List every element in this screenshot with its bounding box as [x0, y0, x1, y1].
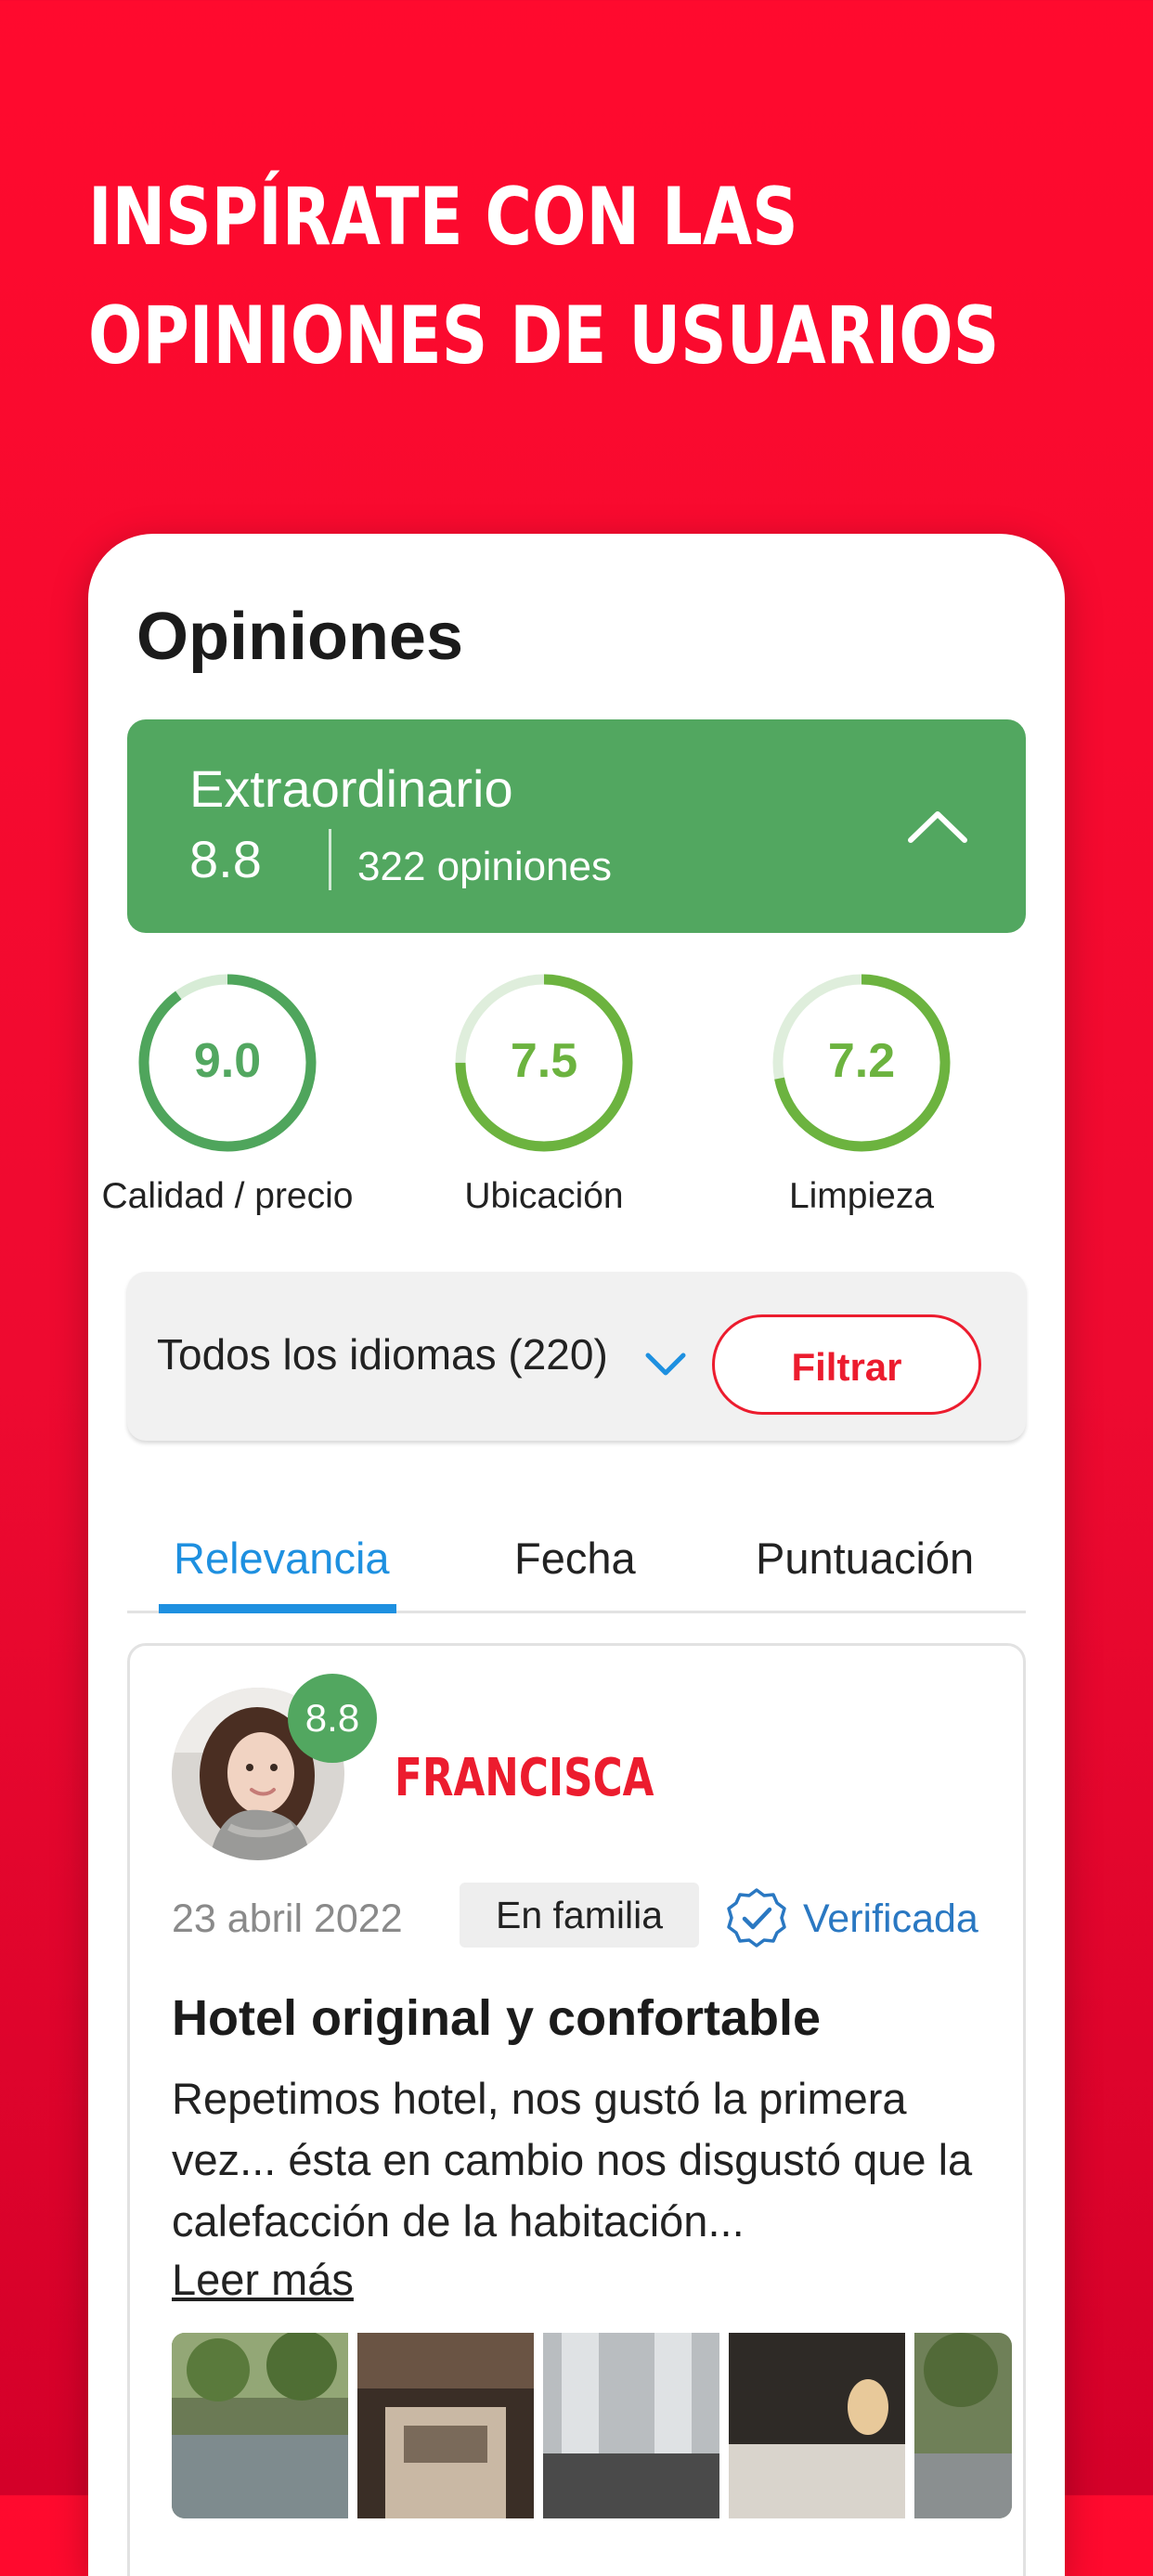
gauge-label: Ubicación	[464, 1176, 624, 1216]
filter-button[interactable]: Filtrar	[712, 1314, 981, 1415]
filter-bar: Todos los idiomas (220) Filtrar	[127, 1272, 1026, 1441]
rating-score: 8.8	[189, 830, 262, 888]
reviews-title: Opiniones	[136, 600, 464, 674]
gauge-value-for-money: 9.0 Calidad / precio	[88, 970, 367, 1217]
tab-rating[interactable]: Puntuación	[756, 1533, 974, 1584]
active-tab-indicator	[159, 1604, 396, 1613]
rating-divider	[329, 829, 331, 890]
tab-relevance[interactable]: Relevancia	[174, 1533, 390, 1584]
review-photo[interactable]	[172, 2333, 348, 2518]
gauge-value: 7.2	[827, 1034, 896, 1088]
gauge-value: 9.0	[193, 1034, 262, 1088]
rating-label: Extraordinario	[189, 759, 513, 818]
review-photos[interactable]	[172, 2333, 1012, 2518]
review-card[interactable]: 8.8 FRANCISCA 23 abril 2022 En familia V…	[127, 1643, 1026, 2576]
verified-icon	[727, 1888, 786, 1948]
read-more-link[interactable]: Leer más	[172, 2254, 354, 2305]
review-photo[interactable]	[357, 2333, 534, 2518]
language-select[interactable]: Todos los idiomas (220)	[157, 1329, 608, 1379]
review-photo[interactable]	[729, 2333, 905, 2518]
hero-line-2: OPINIONES DE USUARIOS	[88, 290, 1000, 382]
chevron-up-icon[interactable]	[905, 794, 970, 859]
verified-label: Verificada	[803, 1896, 978, 1941]
gauge-cleanliness: 7.2 Limpieza	[722, 970, 1001, 1217]
tab-date[interactable]: Fecha	[514, 1533, 636, 1584]
sort-tabs: Relevancia Fecha Puntuación	[127, 1508, 1026, 1613]
rating-summary[interactable]: Extraordinario 8.8 322 opiniones	[127, 719, 1026, 933]
review-score-badge: 8.8	[288, 1674, 377, 1763]
gauge-label: Calidad / precio	[101, 1176, 354, 1216]
chevron-down-icon[interactable]	[642, 1348, 689, 1379]
reviewer-name: FRANCISCA	[395, 1748, 654, 1808]
trip-type-badge: En familia	[460, 1883, 699, 1948]
review-date: 23 abril 2022	[172, 1896, 403, 1941]
review-photo[interactable]	[914, 2333, 1012, 2518]
rating-count: 322 opiniones	[357, 844, 613, 889]
review-title: Hotel original y confortable	[172, 1990, 822, 2046]
hero-line-1: INSPÍRATE CON LAS	[88, 171, 798, 264]
gauge-label: Limpieza	[788, 1176, 935, 1216]
review-body: Repetimos hotel, nos gustó la primera ve…	[172, 2074, 973, 2246]
reviews-card: Opiniones Extraordinario 8.8 322 opinion…	[88, 534, 1065, 2576]
review-photo[interactable]	[543, 2333, 719, 2518]
hero-headline: INSPÍRATE CON LAS OPINIONES DE USUARIOS	[88, 158, 999, 395]
gauge-value: 7.5	[510, 1034, 578, 1088]
gauge-location: 7.5 Ubicación	[405, 970, 683, 1217]
